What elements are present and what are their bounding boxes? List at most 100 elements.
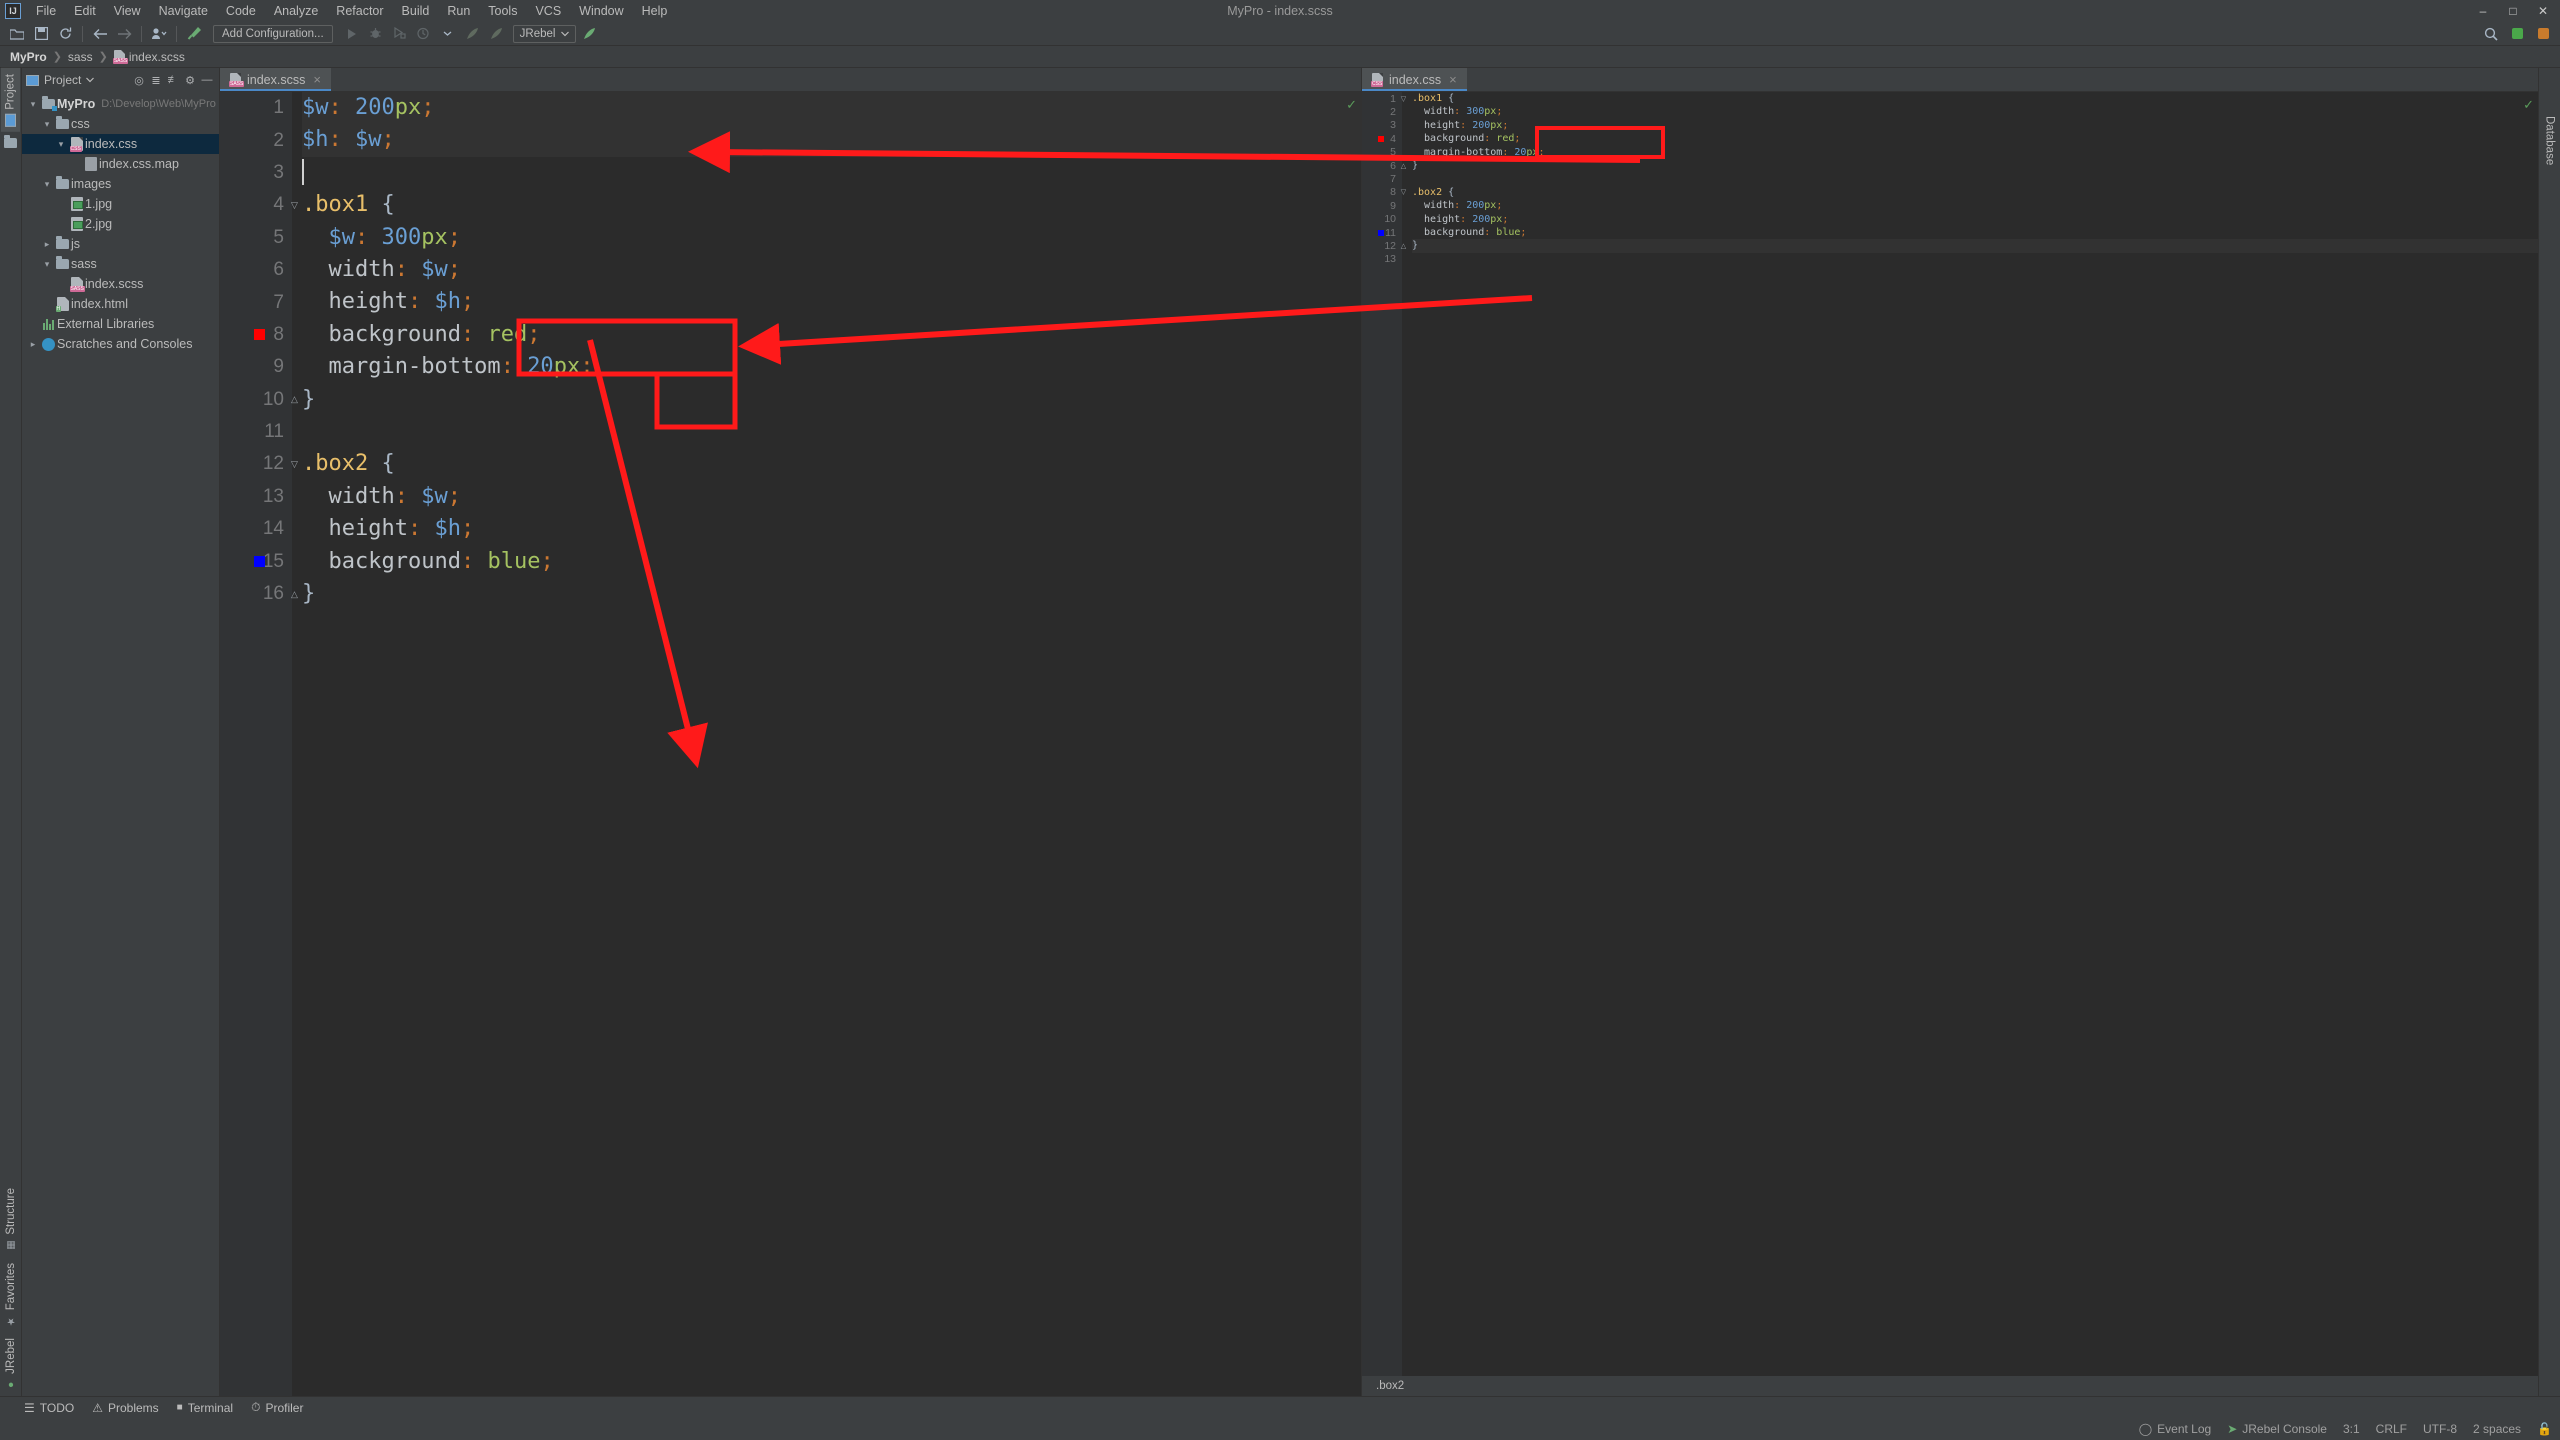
menu-item-analyze[interactable]: Analyze (265, 2, 327, 20)
editor-code-scss[interactable]: $w: 200px; $h: $w; .box1 { $w: 300px; widt… (292, 92, 1361, 1396)
add-configuration-button[interactable]: Add Configuration... (213, 24, 333, 43)
gutter-line-9[interactable]: 9 (220, 351, 292, 383)
project-panel-title[interactable]: Project (26, 73, 95, 87)
color-swatch-gutter-icon[interactable] (1378, 135, 1384, 142)
status-line-separator[interactable]: CRLF (2376, 1422, 2407, 1436)
tree-twisty-icon[interactable]: ▾ (40, 179, 54, 190)
tree-twisty-icon[interactable]: ▾ (54, 139, 68, 150)
folder-icon[interactable] (4, 134, 17, 148)
bottom-tab-profiler[interactable]: ⏱ Profiler (251, 1400, 303, 1415)
gutter-line-9[interactable]: 9 (1362, 199, 1402, 212)
inspection-ok-icon-css[interactable]: ✓ (2523, 97, 2534, 113)
code-line-15[interactable]: background: blue; (302, 546, 1361, 578)
menu-item-refactor[interactable]: Refactor (327, 2, 392, 20)
gutter-line-2[interactable]: 2 (220, 124, 292, 156)
gutter-line-3[interactable]: 3 (220, 157, 292, 189)
search-icon[interactable] (2480, 24, 2502, 44)
tree-item-css[interactable]: ▾ css (22, 114, 219, 134)
code-line-5[interactable]: $w: 300px; (302, 222, 1361, 254)
editor-gutter-scss[interactable]: 1 2 3 4 ▽ 5 6 7 8 9 10 △ 11 12 ▽ 13 14 15 16 △ (220, 92, 298, 1396)
gutter-line-7[interactable]: 7 (220, 286, 292, 318)
rail-tab-jrebel[interactable]: ● JRebel (2, 1332, 20, 1396)
jrebel-toolbar-icon[interactable] (578, 24, 600, 44)
tree-item-index-scss[interactable]: SASS index.scss (22, 274, 219, 294)
refresh-icon[interactable] (54, 24, 76, 44)
editor-tab-index-css[interactable]: CSS index.css × (1362, 68, 1467, 91)
menu-item-help[interactable]: Help (633, 2, 677, 20)
gutter-line-5[interactable]: 5 (220, 222, 292, 254)
color-swatch-gutter-icon[interactable] (1378, 229, 1384, 236)
tree-item-images[interactable]: ▾ images (22, 174, 219, 194)
code-line-10[interactable]: height: 200px; (1412, 213, 2538, 226)
gutter-line-12[interactable]: 12 △ (1362, 239, 1406, 252)
rail-tab-structure[interactable]: ▦ Structure (2, 1182, 20, 1257)
gutter-line-13[interactable]: 13 (220, 481, 292, 513)
rail-tab-project[interactable]: Project (1, 68, 20, 132)
gutter-line-3[interactable]: 3 (1362, 119, 1402, 132)
collapse-all-icon[interactable]: ≢ (165, 72, 181, 88)
jrebel-debug-icon[interactable] (485, 24, 507, 44)
coverage-icon[interactable] (389, 24, 411, 44)
menu-item-run[interactable]: Run (438, 2, 479, 20)
menu-item-window[interactable]: Window (570, 2, 632, 20)
menu-item-vcs[interactable]: VCS (526, 2, 570, 20)
tree-item-index-css-map[interactable]: index.css.map (22, 154, 219, 174)
code-line-12[interactable]: } (1412, 239, 2538, 253)
menu-item-edit[interactable]: Edit (65, 2, 105, 20)
inspection-ok-icon[interactable]: ✓ (1346, 97, 1357, 113)
tree-item-js[interactable]: ▸ js (22, 234, 219, 254)
hammer-icon[interactable] (183, 24, 205, 44)
gear-icon[interactable]: ⚙ (182, 72, 198, 88)
close-icon[interactable]: × (1449, 72, 1457, 87)
code-line-2[interactable]: width: 300px; (1412, 105, 2538, 118)
minimize-button[interactable]: – (2468, 0, 2498, 22)
editor-code-css[interactable]: .box1 { width: 300px; height: 200px; bac… (1402, 92, 2538, 1376)
code-line-11[interactable] (302, 416, 1361, 448)
menu-item-build[interactable]: Build (393, 2, 439, 20)
editor-gutter-css[interactable]: 1 ▽ 2 3 4 5 6 △ 7 8 ▽ 9 10 11 12 △ 13 (1362, 92, 1406, 1376)
gutter-line-11[interactable]: 11 (220, 416, 292, 448)
code-line-8[interactable]: background: red; (302, 319, 1361, 351)
rail-tab-database[interactable]: Database (2541, 110, 2559, 171)
code-line-9[interactable]: margin-bottom: 20px; (302, 351, 1361, 383)
arrow-left-icon[interactable] (89, 24, 111, 44)
color-swatch-gutter-icon[interactable] (254, 556, 265, 568)
gutter-line-12[interactable]: 12 ▽ (220, 448, 298, 480)
gutter-line-13[interactable]: 13 (1362, 253, 1402, 266)
tree-twisty-icon[interactable]: ▾ (40, 259, 54, 270)
tree-twisty-icon[interactable]: ▾ (26, 99, 40, 110)
code-line-3[interactable]: height: 200px; (1412, 119, 2538, 132)
tree-item-mypro[interactable]: ▾ MyPro D:\Develop\Web\MyPro (22, 94, 219, 114)
status-event-log[interactable]: ◯ Event Log (2139, 1422, 2211, 1436)
chevron-down-icon[interactable] (437, 24, 459, 44)
tree-twisty-icon[interactable]: ▸ (40, 239, 54, 250)
code-line-16[interactable]: } (302, 578, 1361, 610)
code-line-13[interactable]: width: $w; (302, 481, 1361, 513)
code-line-1[interactable]: .box1 { (1412, 92, 2538, 105)
notification-icon[interactable] (2532, 24, 2554, 44)
profiler-clock-icon[interactable] (413, 24, 435, 44)
run-triangle-icon[interactable] (341, 24, 363, 44)
maximize-button[interactable]: □ (2498, 0, 2528, 22)
tree-twisty-icon[interactable]: ▾ (40, 119, 54, 130)
gutter-line-7[interactable]: 7 (1362, 172, 1402, 185)
tree-item-2-jpg[interactable]: 2.jpg (22, 214, 219, 234)
status-jrebel-console[interactable]: ➤ JRebel Console (2227, 1422, 2327, 1436)
hide-panel-icon[interactable]: — (199, 72, 215, 88)
menu-item-code[interactable]: Code (217, 2, 265, 20)
menu-item-navigate[interactable]: Navigate (150, 2, 217, 20)
tree-item-index-css[interactable]: ▾ CSS index.css (22, 134, 219, 154)
color-swatch-gutter-icon[interactable] (254, 329, 265, 341)
gutter-line-1[interactable]: 1 (220, 92, 292, 124)
code-line-12[interactable]: .box2 { (302, 448, 1361, 480)
gutter-line-2[interactable]: 2 (1362, 105, 1402, 118)
code-line-2[interactable]: $h: $w; (302, 124, 1361, 157)
menu-item-tools[interactable]: Tools (479, 2, 526, 20)
code-line-13[interactable] (1412, 253, 2538, 266)
gutter-line-15[interactable]: 15 (220, 545, 292, 577)
gutter-line-8[interactable]: 8 ▽ (1362, 186, 1406, 199)
jrebel-selector[interactable]: JRebel (512, 24, 577, 43)
tree-item-index-html[interactable]: Hindex.html (22, 294, 219, 314)
save-icon[interactable] (30, 24, 52, 44)
status-caret-position[interactable]: 3:1 (2343, 1422, 2360, 1436)
